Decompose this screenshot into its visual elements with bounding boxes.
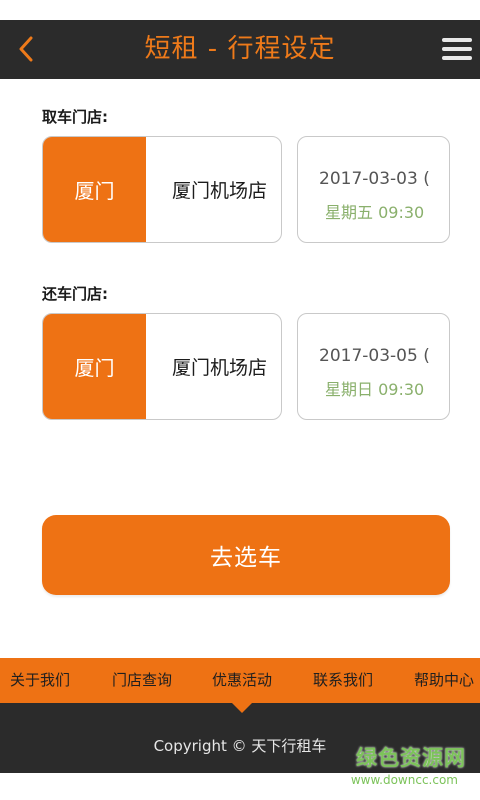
pickup-weekday-time: 星期五 09:30 bbox=[325, 203, 425, 222]
return-date: 2017-03-05 ( bbox=[319, 346, 430, 366]
back-button[interactable] bbox=[6, 28, 46, 70]
watermark-brand: 绿色资源网 bbox=[356, 746, 466, 770]
return-city[interactable]: 厦门 bbox=[43, 314, 146, 419]
nav-item-contact-us[interactable]: 联系我们 bbox=[313, 658, 373, 703]
menu-button[interactable] bbox=[440, 32, 474, 66]
pickup-store-label: 取车门店: bbox=[42, 108, 108, 126]
go-select-car-button[interactable]: 去选车 bbox=[42, 515, 450, 595]
return-store-selector[interactable]: 厦门 厦门机场店 bbox=[42, 313, 282, 420]
return-store-label: 还车门店: bbox=[42, 285, 108, 303]
pickup-store-selector[interactable]: 厦门 厦门机场店 bbox=[42, 136, 282, 243]
nav-item-help-center[interactable]: 帮助中心 bbox=[414, 658, 474, 703]
page-title: 短租 - 行程设定 bbox=[144, 34, 336, 64]
pickup-store-name[interactable]: 厦门机场店 bbox=[146, 137, 281, 242]
return-weekday-time: 星期日 09:30 bbox=[325, 380, 425, 399]
active-nav-indicator bbox=[232, 703, 252, 713]
pickup-city[interactable]: 厦门 bbox=[43, 137, 146, 242]
pickup-datetime-selector[interactable]: 2017-03-03 ( 星期五 09:30 bbox=[297, 136, 450, 243]
bottom-nav: 关于我们 门店查询 优惠活动 联系我们 帮助中心 bbox=[0, 658, 480, 703]
pickup-date: 2017-03-03 ( bbox=[319, 169, 430, 189]
nav-item-store-search[interactable]: 门店查询 bbox=[112, 658, 172, 703]
return-datetime-selector[interactable]: 2017-03-05 ( 星期日 09:30 bbox=[297, 313, 450, 420]
nav-item-promotions[interactable]: 优惠活动 bbox=[212, 658, 272, 703]
hamburger-menu-icon bbox=[442, 38, 472, 60]
nav-item-about-us[interactable]: 关于我们 bbox=[10, 658, 70, 703]
watermark-url: www.downcc.com bbox=[350, 773, 458, 787]
chevron-left-icon bbox=[19, 36, 33, 62]
return-store-name[interactable]: 厦门机场店 bbox=[146, 314, 281, 419]
top-bar: 短租 - 行程设定 bbox=[0, 20, 480, 79]
